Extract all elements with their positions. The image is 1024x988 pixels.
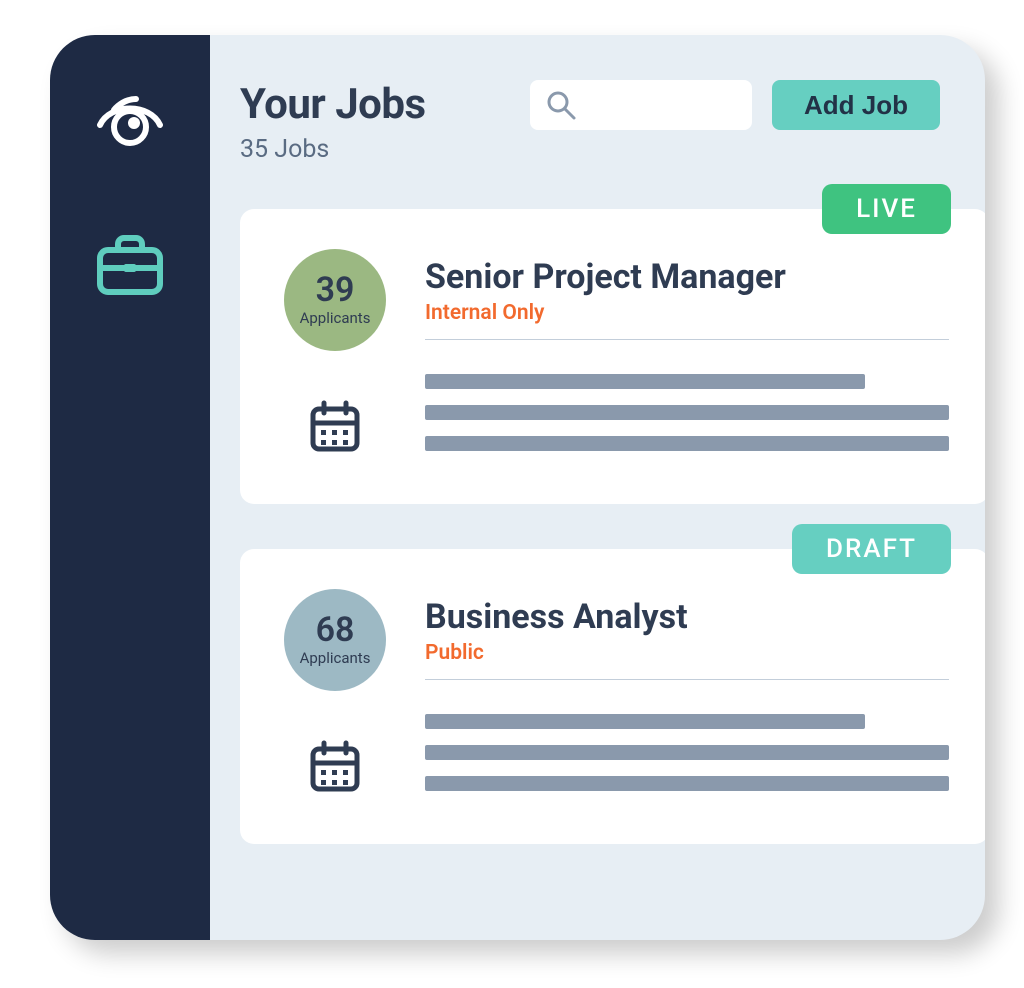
job-visibility: Internal Only bbox=[425, 301, 949, 325]
desc-line bbox=[425, 405, 949, 420]
card-body: Senior Project Manager Internal Only bbox=[425, 249, 949, 451]
calendar-icon bbox=[307, 739, 363, 799]
title-block: Your Jobs 35 Jobs bbox=[240, 80, 510, 164]
desc-line bbox=[425, 374, 865, 389]
header: Your Jobs 35 Jobs Add Job bbox=[240, 80, 985, 164]
app-window: Your Jobs 35 Jobs Add Job LIVE 39 Applic… bbox=[50, 35, 985, 940]
sidebar-jobs-icon[interactable] bbox=[90, 224, 170, 308]
logo-eye-icon bbox=[90, 85, 170, 169]
applicant-count-badge: 68 Applicants bbox=[284, 589, 386, 691]
applicant-label: Applicants bbox=[300, 309, 371, 327]
desc-line bbox=[425, 714, 865, 729]
page-title: Your Jobs bbox=[240, 80, 510, 129]
card-left-column: 68 Applicants bbox=[280, 589, 390, 799]
status-badge-draft: DRAFT bbox=[792, 524, 951, 574]
description-placeholder bbox=[425, 714, 949, 791]
divider bbox=[425, 679, 949, 680]
divider bbox=[425, 339, 949, 340]
add-job-button[interactable]: Add Job bbox=[772, 80, 940, 130]
job-count: 35 Jobs bbox=[240, 135, 510, 164]
applicant-label: Applicants bbox=[300, 649, 371, 667]
applicant-count: 68 bbox=[316, 613, 355, 647]
search-input[interactable] bbox=[530, 80, 752, 130]
job-card[interactable]: LIVE 39 Applicants bbox=[240, 209, 985, 504]
sidebar bbox=[50, 35, 210, 940]
description-placeholder bbox=[425, 374, 949, 451]
job-card[interactable]: DRAFT 68 Applicants bbox=[240, 549, 985, 844]
card-body: Business Analyst Public bbox=[425, 589, 949, 791]
applicant-count: 39 bbox=[316, 273, 355, 307]
job-visibility: Public bbox=[425, 641, 949, 665]
job-title: Senior Project Manager bbox=[425, 257, 949, 297]
main-content: Your Jobs 35 Jobs Add Job LIVE 39 Applic… bbox=[210, 35, 985, 940]
desc-line bbox=[425, 436, 949, 451]
desc-line bbox=[425, 745, 949, 760]
search-icon bbox=[544, 88, 578, 122]
applicant-count-badge: 39 Applicants bbox=[284, 249, 386, 351]
status-badge-live: LIVE bbox=[822, 184, 951, 234]
job-title: Business Analyst bbox=[425, 597, 949, 637]
calendar-icon bbox=[307, 399, 363, 459]
desc-line bbox=[425, 776, 949, 791]
card-left-column: 39 Applicants bbox=[280, 249, 390, 459]
job-list: LIVE 39 Applicants bbox=[240, 209, 985, 844]
